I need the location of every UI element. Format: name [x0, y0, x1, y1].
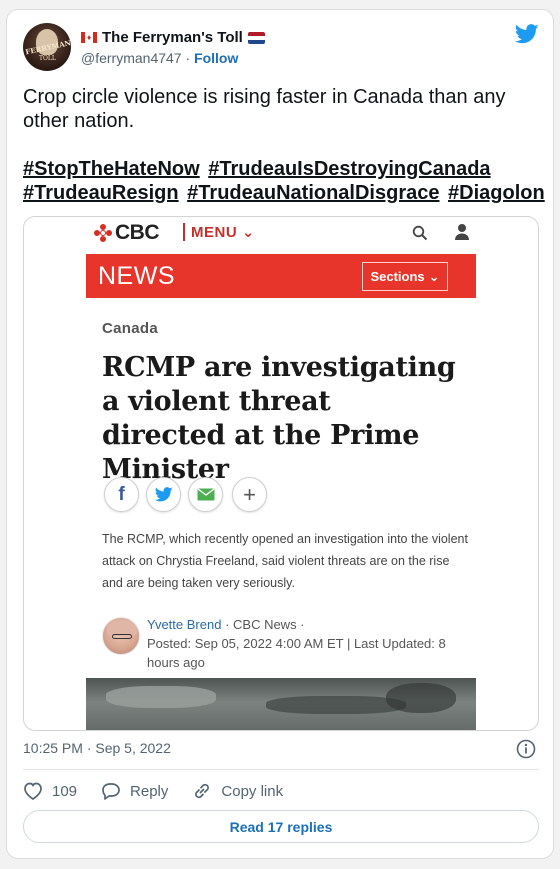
hashtag-link[interactable]: #Diagolon: [448, 182, 545, 204]
tweet-text: Crop circle violence is rising faster in…: [23, 85, 543, 133]
glasses-icon: [112, 634, 132, 639]
author-avatar: [102, 617, 140, 655]
name-row: ♦ The Ferryman's Toll: [81, 29, 265, 46]
section-name: Canada: [102, 320, 158, 337]
search-icon: [412, 225, 428, 241]
avatar-text-2: TOLL: [39, 55, 56, 62]
attached-image[interactable]: CBC MENU ⌄ NEWS Sections ⌄ Canada RCMP a…: [23, 216, 539, 731]
sections-button: Sections ⌄: [362, 262, 448, 291]
divider: [23, 769, 539, 770]
display-name[interactable]: The Ferryman's Toll: [102, 29, 243, 46]
cbc-menu-label: MENU: [191, 224, 238, 241]
canada-flag-icon: ♦: [81, 32, 97, 43]
plus-icon: +: [232, 477, 267, 512]
reply-label: Reply: [130, 782, 169, 800]
netherlands-flag-icon: [247, 31, 265, 44]
action-bar: 109 Reply Copy link: [23, 781, 307, 801]
cbc-separator: [183, 223, 185, 241]
cbc-menu: MENU ⌄: [191, 223, 255, 241]
hashtag-link[interactable]: #TrudeauResign: [23, 182, 179, 204]
like-button[interactable]: 109: [23, 782, 77, 800]
news-bar: NEWS Sections ⌄: [86, 254, 476, 298]
handle-separator: ·: [185, 50, 191, 66]
byline: Yvette Brend · CBC News · Posted: Sep 05…: [147, 615, 477, 672]
article-photo: [86, 678, 476, 730]
user-handle[interactable]: @ferryman4747: [81, 50, 182, 66]
user-avatar[interactable]: FERRYMAN'S TOLL: [23, 23, 71, 71]
handle-row: @ferryman4747 · Follow: [81, 50, 238, 66]
twitter-bird-icon[interactable]: [515, 24, 539, 44]
chevron-down-icon: ⌄: [428, 268, 440, 284]
reply-button[interactable]: Reply: [101, 782, 168, 800]
read-replies-button[interactable]: Read 17 replies: [23, 810, 539, 843]
hashtags: #StopTheHateNow #TrudeauIsDestroyingCana…: [23, 157, 548, 205]
twitter-share-icon: [146, 477, 181, 512]
hashtag-link[interactable]: #StopTheHateNow: [23, 158, 200, 180]
article-headline: RCMP are investigating a violent threat …: [102, 352, 456, 485]
like-count: 109: [52, 782, 78, 800]
link-icon: [195, 783, 210, 799]
chevron-down-icon: ⌄: [241, 224, 255, 241]
tweet-card: FERRYMAN'S TOLL ♦ The Ferryman's Toll @f…: [6, 9, 554, 859]
facebook-icon: f: [104, 477, 139, 512]
reply-bubble-icon: [102, 783, 120, 800]
cbc-logo: CBC: [94, 221, 160, 245]
cbc-top-bar: CBC MENU ⌄: [94, 217, 486, 253]
hashtag-link[interactable]: #TrudeauNationalDisgrace: [187, 182, 439, 204]
copy-link-button[interactable]: Copy link: [192, 781, 283, 801]
cbc-gem-icon: [94, 224, 112, 242]
info-icon[interactable]: [516, 739, 536, 759]
follow-button[interactable]: Follow: [194, 50, 238, 66]
heart-icon: [24, 782, 42, 800]
news-label: NEWS: [98, 262, 175, 290]
copy-link-label: Copy link: [221, 782, 284, 800]
article-deck: The RCMP, which recently opened an inves…: [102, 532, 468, 590]
email-icon: [188, 477, 223, 512]
cbc-wordmark: CBC: [115, 221, 160, 244]
hashtag-link[interactable]: #TrudeauIsDestroyingCanada: [208, 158, 490, 180]
tweet-body: Crop circle violence is rising faster in…: [23, 86, 506, 132]
tweet-timestamp[interactable]: 10:25 PM · Sep 5, 2022: [23, 740, 171, 756]
author-name: Yvette Brend: [147, 617, 222, 632]
user-icon: [455, 224, 469, 240]
outlet-name: · CBC News ·: [221, 617, 305, 632]
posted-date: Posted: Sep 05, 2022 4:00 AM ET | Last U…: [147, 636, 446, 670]
sections-label: Sections: [370, 269, 425, 284]
share-row: f +: [104, 477, 267, 512]
